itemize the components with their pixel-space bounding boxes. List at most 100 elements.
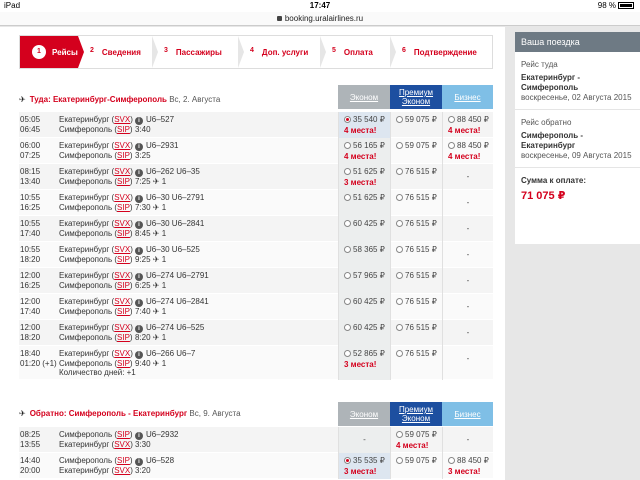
fare-cell-eco[interactable]: 60 425 ₽ xyxy=(338,320,390,346)
destination-code[interactable]: SIP xyxy=(117,203,130,212)
info-icon[interactable]: i xyxy=(135,195,143,203)
fare-radio[interactable] xyxy=(396,194,403,201)
fare-radio[interactable] xyxy=(344,220,351,227)
fare-radio[interactable] xyxy=(344,168,351,175)
destination-code[interactable]: SIP xyxy=(117,359,130,368)
fare-cell-bus[interactable]: 88 450 ₽ 3 места! xyxy=(442,453,493,479)
fare-cell-prem[interactable]: 76 515 ₽ xyxy=(390,294,442,320)
fare-cell-prem[interactable]: 59 075 ₽ xyxy=(390,112,442,138)
info-icon[interactable]: i xyxy=(135,143,143,151)
fare-cell-bus[interactable]: 88 450 ₽ 4 места! xyxy=(442,112,493,138)
fare-cell-bus[interactable]: - xyxy=(442,268,493,294)
origin-code[interactable]: SVX xyxy=(114,323,130,332)
origin-code[interactable]: SVX xyxy=(114,167,130,176)
destination-code[interactable]: SVX xyxy=(114,440,130,449)
fare-radio[interactable] xyxy=(396,431,403,438)
fare-cell-prem[interactable]: 76 515 ₽ xyxy=(390,268,442,294)
step-3[interactable]: 3 Пассажиры xyxy=(152,36,244,68)
step-4[interactable]: 4 Доп. услуги xyxy=(238,36,326,68)
fare-radio[interactable] xyxy=(396,457,403,464)
fare-radio[interactable] xyxy=(344,246,351,253)
fare-cell-eco[interactable]: 51 625 ₽ xyxy=(338,190,390,216)
fare-cell-eco[interactable]: 58 365 ₽ xyxy=(338,242,390,268)
step-1[interactable]: 1 Рейсы xyxy=(20,36,84,68)
info-icon[interactable]: i xyxy=(135,325,143,333)
fare-cell-prem[interactable]: 59 075 ₽ xyxy=(390,453,442,479)
fare-radio[interactable] xyxy=(396,168,403,175)
fare-cell-eco[interactable]: 51 625 ₽ 3 места! xyxy=(338,164,390,190)
fare-radio[interactable] xyxy=(344,350,351,357)
fare-radio[interactable] xyxy=(396,272,403,279)
fare-premium-header[interactable]: Премиум Эконом xyxy=(390,85,442,109)
destination-code[interactable]: SIP xyxy=(117,125,130,134)
fare-radio[interactable] xyxy=(396,220,403,227)
origin-code[interactable]: SIP xyxy=(117,430,130,439)
destination-code[interactable]: SVX xyxy=(114,466,130,475)
fare-cell-prem[interactable]: 76 515 ₽ xyxy=(390,320,442,346)
fare-cell-eco[interactable]: 56 165 ₽ 4 места! xyxy=(338,138,390,164)
fare-cell-bus[interactable]: - xyxy=(442,190,493,216)
info-icon[interactable]: i xyxy=(135,221,143,229)
fare-cell-bus[interactable]: - xyxy=(442,320,493,346)
fare-cell-eco[interactable]: 35 535 ₽ 3 места! xyxy=(338,453,390,479)
fare-radio[interactable] xyxy=(344,272,351,279)
fare-cell-eco[interactable]: 57 965 ₽ xyxy=(338,268,390,294)
fare-cell-eco[interactable]: 35 540 ₽ 4 места! xyxy=(338,112,390,138)
destination-code[interactable]: SIP xyxy=(117,255,130,264)
fare-radio[interactable] xyxy=(396,142,403,149)
fare-cell-prem[interactable]: 76 515 ₽ xyxy=(390,346,442,380)
fare-radio[interactable] xyxy=(396,350,403,357)
fare-radio[interactable] xyxy=(396,116,403,123)
origin-code[interactable]: SVX xyxy=(114,349,130,358)
origin-code[interactable]: SVX xyxy=(114,193,130,202)
origin-code[interactable]: SVX xyxy=(114,219,130,228)
step-2[interactable]: 2 Сведения xyxy=(78,36,158,68)
fare-premium-header[interactable]: Премиум Эконом xyxy=(390,402,442,426)
fare-cell-prem[interactable]: 76 515 ₽ xyxy=(390,242,442,268)
origin-code[interactable]: SVX xyxy=(114,297,130,306)
destination-code[interactable]: SIP xyxy=(117,307,130,316)
fare-business-header[interactable]: Бизнес xyxy=(442,402,493,426)
fare-cell-eco[interactable]: 60 425 ₽ xyxy=(338,294,390,320)
fare-cell-prem[interactable]: 59 075 ₽ xyxy=(390,138,442,164)
origin-code[interactable]: SIP xyxy=(117,456,130,465)
fare-cell-bus[interactable]: - xyxy=(442,164,493,190)
info-icon[interactable]: i xyxy=(135,117,143,125)
fare-cell-prem[interactable]: 76 515 ₽ xyxy=(390,190,442,216)
origin-code[interactable]: SVX xyxy=(114,245,130,254)
fare-radio[interactable] xyxy=(344,194,351,201)
fare-cell-bus[interactable]: - xyxy=(442,346,493,380)
origin-code[interactable]: SVX xyxy=(114,271,130,280)
info-icon[interactable]: i xyxy=(135,351,143,359)
fare-radio[interactable] xyxy=(344,116,351,123)
fare-cell-prem[interactable]: 76 515 ₽ xyxy=(390,164,442,190)
fare-cell-bus[interactable]: - xyxy=(442,242,493,268)
fare-radio[interactable] xyxy=(448,116,455,123)
fare-economy-header[interactable]: Эконом xyxy=(338,402,390,426)
fare-cell-eco[interactable]: 52 865 ₽ 3 места! xyxy=(338,346,390,380)
step-6[interactable]: 6 Подтверждение xyxy=(390,36,494,68)
fare-cell-prem[interactable]: 59 075 ₽ 4 места! xyxy=(390,427,442,453)
info-icon[interactable]: i xyxy=(135,273,143,281)
fare-radio[interactable] xyxy=(448,457,455,464)
destination-code[interactable]: SIP xyxy=(117,151,130,160)
fare-cell-bus[interactable]: - xyxy=(442,294,493,320)
fare-business-header[interactable]: Бизнес xyxy=(442,85,493,109)
fare-radio[interactable] xyxy=(344,142,351,149)
info-icon[interactable]: i xyxy=(135,247,143,255)
fare-radio[interactable] xyxy=(396,246,403,253)
fare-radio[interactable] xyxy=(396,324,403,331)
fare-cell-bus[interactable]: - xyxy=(442,216,493,242)
destination-code[interactable]: SIP xyxy=(117,281,130,290)
fare-cell-eco[interactable]: - xyxy=(338,427,390,453)
destination-code[interactable]: SIP xyxy=(117,229,130,238)
origin-code[interactable]: SVX xyxy=(114,115,130,124)
fare-radio[interactable] xyxy=(344,298,351,305)
fare-cell-prem[interactable]: 76 515 ₽ xyxy=(390,216,442,242)
origin-code[interactable]: SVX xyxy=(114,141,130,150)
info-icon[interactable]: i xyxy=(135,299,143,307)
fare-radio[interactable] xyxy=(344,324,351,331)
destination-code[interactable]: SIP xyxy=(117,333,130,342)
info-icon[interactable]: i xyxy=(135,432,143,440)
fare-cell-bus[interactable]: 88 450 ₽ 4 места! xyxy=(442,138,493,164)
